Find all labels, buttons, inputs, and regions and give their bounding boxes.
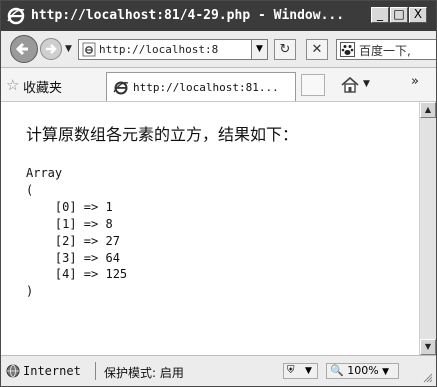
new-tab-button[interactable] bbox=[301, 74, 325, 96]
back-button[interactable] bbox=[10, 35, 38, 63]
forward-button[interactable] bbox=[40, 38, 62, 60]
security-report-button[interactable]: ⛨ ▼ bbox=[283, 363, 318, 379]
shield-icon: ⛨ bbox=[287, 365, 295, 376]
close-button[interactable]: X bbox=[409, 7, 427, 23]
array-output: Array ( [0] => 1 [1] => 8 [2] => 27 [3] … bbox=[26, 166, 128, 299]
navigation-bar: ▼ http://localhost:8 ▼ ↻ ✕ 百度一下, bbox=[1, 31, 436, 68]
page-icon bbox=[82, 42, 96, 57]
history-dropdown[interactable]: ▼ bbox=[65, 44, 72, 54]
baidu-icon bbox=[340, 42, 355, 57]
stop-icon: ✕ bbox=[311, 42, 323, 57]
ie-logo-icon bbox=[7, 7, 25, 25]
forward-arrow-icon bbox=[46, 44, 57, 54]
chevron-right-icon[interactable]: » bbox=[411, 74, 419, 89]
minimize-button[interactable]: _ bbox=[371, 7, 389, 23]
favorites-bar: ☆ 收藏夹 http://localhost:81... ▼ » bbox=[1, 68, 436, 102]
page-heading: 计算原数组各元素的立方，结果如下： bbox=[26, 125, 299, 144]
search-input[interactable]: 百度一下, bbox=[359, 42, 411, 59]
address-bar[interactable]: http://localhost:8 ▼ bbox=[78, 39, 268, 60]
status-bar: Internet 保护模式: 启用 ⛨ ▼ 🔍 100% ▼ bbox=[1, 355, 436, 386]
back-arrow-icon bbox=[15, 42, 28, 56]
protected-mode-status: 保护模式: 启用 bbox=[104, 366, 184, 380]
scroll-down-button[interactable]: ▼ bbox=[420, 339, 436, 355]
address-input[interactable]: http://localhost:8 bbox=[99, 43, 231, 56]
ie-page-icon bbox=[113, 81, 129, 95]
home-icon[interactable] bbox=[339, 74, 361, 96]
tab-current[interactable]: http://localhost:81... bbox=[106, 72, 296, 101]
title-bar[interactable]: http://localhost:81/4-29.php - Window...… bbox=[1, 1, 436, 31]
status-separator bbox=[95, 362, 96, 380]
tab-title: http://localhost:81... bbox=[133, 81, 279, 94]
browser-window: http://localhost:81/4-29.php - Window...… bbox=[0, 0, 437, 387]
chevron-down-icon: ▼ bbox=[382, 367, 390, 377]
page-content: 计算原数组各元素的立方，结果如下： Array ( [0] => 1 [1] =… bbox=[1, 102, 419, 355]
scroll-up-button[interactable]: ▲ bbox=[420, 102, 436, 118]
search-box[interactable]: 百度一下, bbox=[336, 39, 436, 60]
star-icon: ☆ bbox=[6, 76, 20, 94]
zoom-button[interactable]: 🔍 100% ▼ bbox=[326, 363, 399, 379]
globe-icon bbox=[6, 364, 20, 378]
window-title: http://localhost:81/4-29.php - Window... bbox=[31, 8, 345, 23]
zoom-icon: 🔍 bbox=[330, 364, 344, 377]
maximize-button[interactable]: □ bbox=[390, 7, 408, 23]
address-dropdown[interactable]: ▼ bbox=[251, 40, 267, 59]
chevron-down-icon: ▼ bbox=[305, 366, 312, 376]
favorites-button[interactable]: 收藏夹 bbox=[23, 77, 62, 96]
security-zone: Internet bbox=[23, 364, 81, 378]
stop-button[interactable]: ✕ bbox=[306, 39, 328, 60]
zoom-level: 100% bbox=[347, 364, 379, 377]
resize-grip-icon[interactable] bbox=[421, 371, 433, 383]
refresh-icon: ↻ bbox=[279, 42, 291, 57]
home-dropdown[interactable]: ▼ bbox=[363, 79, 370, 89]
vertical-scrollbar[interactable]: ▲ ▼ bbox=[419, 102, 436, 355]
refresh-button[interactable]: ↻ bbox=[274, 39, 296, 60]
